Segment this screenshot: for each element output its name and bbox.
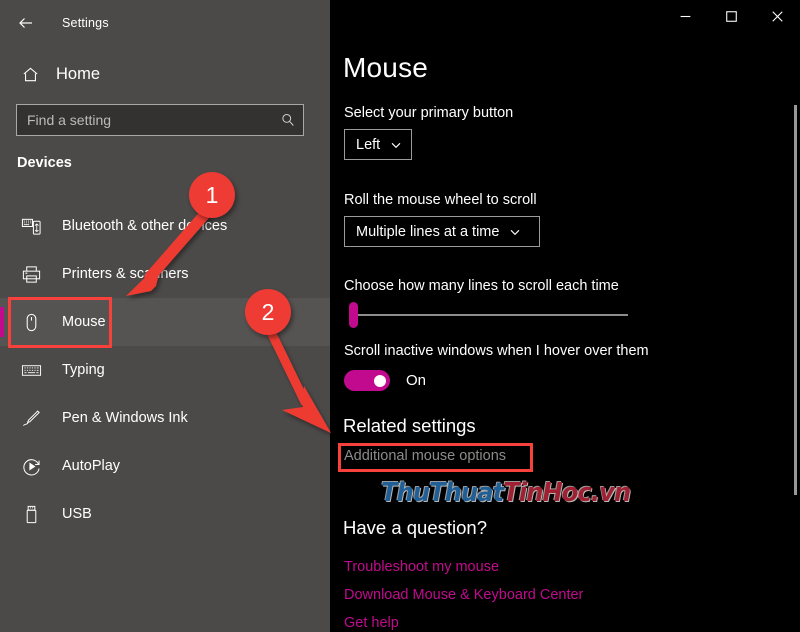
search-icon[interactable] — [273, 105, 303, 135]
close-button[interactable] — [754, 0, 800, 32]
watermark-part2: TinHoc.vn — [503, 478, 631, 508]
toggle-knob — [374, 374, 386, 387]
sidebar: Settings Home Devices — [0, 0, 330, 632]
slider-thumb[interactable] — [349, 302, 358, 328]
sidebar-item-bluetooth-other-devices[interactable]: Bluetooth & other devices — [0, 202, 330, 250]
wheel-scroll-label: Roll the mouse wheel to scroll — [344, 192, 537, 208]
sidebar-group-header: Devices — [17, 155, 72, 171]
maximize-button[interactable] — [708, 0, 754, 32]
sidebar-item-typing[interactable]: Typing — [0, 346, 330, 394]
additional-mouse-options-link[interactable]: Additional mouse options — [344, 448, 506, 464]
back-arrow-icon[interactable] — [4, 5, 48, 41]
sidebar-item-pen-windows-ink[interactable]: Pen & Windows Ink — [0, 394, 330, 442]
primary-button-select[interactable]: Left — [344, 129, 413, 160]
link-troubleshoot-my-mouse[interactable]: Troubleshoot my mouse — [344, 559, 499, 575]
pen-icon — [14, 408, 48, 429]
search-input[interactable] — [17, 105, 273, 135]
slider-track — [350, 314, 628, 316]
sidebar-item-label: Mouse — [62, 314, 106, 330]
help-heading: Have a question? — [343, 517, 487, 538]
bluetooth-devices-icon — [14, 216, 48, 237]
sidebar-item-label: Bluetooth & other devices — [62, 218, 228, 234]
lines-slider[interactable] — [344, 302, 628, 328]
main-pane: Mouse Select your primary button Left Ro… — [330, 0, 800, 632]
toggle-switch[interactable] — [344, 370, 390, 391]
watermark: ThuThuatTinHoc.vn — [381, 478, 631, 508]
chevron-down-icon — [509, 226, 521, 238]
lines-slider-label: Choose how many lines to scroll each tim… — [344, 278, 619, 294]
sidebar-item-label: Typing — [62, 362, 105, 378]
home-icon — [12, 65, 48, 84]
sidebar-item-home-label: Home — [56, 64, 101, 83]
sidebar-item-usb[interactable]: USB — [0, 490, 330, 538]
sidebar-item-label: AutoPlay — [62, 458, 121, 474]
link-get-help[interactable]: Get help — [344, 615, 399, 631]
sidebar-item-home[interactable]: Home — [0, 56, 330, 92]
printer-icon — [14, 264, 48, 285]
minimize-button[interactable] — [662, 0, 708, 32]
search-box[interactable] — [16, 104, 304, 136]
sidebar-item-autoplay[interactable]: AutoPlay — [0, 442, 330, 490]
link-download-mouse-keyboard-center[interactable]: Download Mouse & Keyboard Center — [344, 587, 583, 603]
watermark-part1: ThuThuat — [381, 478, 504, 508]
sidebar-item-label: USB — [62, 506, 92, 522]
sidebar-item-label: Pen & Windows Ink — [62, 410, 188, 426]
primary-button-value: Left — [356, 136, 381, 153]
related-settings-heading: Related settings — [343, 415, 476, 436]
keyboard-icon — [14, 360, 48, 381]
sidebar-titlebar: Settings — [0, 0, 330, 46]
toggle-state-label: On — [406, 372, 427, 389]
mouse-icon — [14, 312, 48, 333]
scroll-inactive-toggle[interactable]: On — [344, 370, 426, 391]
wheel-scroll-select[interactable]: Multiple lines at a time — [344, 216, 540, 247]
settings-window: Settings Home Devices — [0, 0, 800, 632]
autoplay-icon — [14, 456, 48, 477]
usb-icon — [14, 504, 48, 525]
chevron-down-icon — [390, 139, 402, 151]
vertical-scrollbar[interactable] — [794, 105, 797, 495]
window-controls — [662, 0, 800, 32]
scroll-inactive-label: Scroll inactive windows when I hover ove… — [344, 343, 649, 359]
page-title: Mouse — [343, 52, 429, 83]
app-title: Settings — [62, 16, 109, 30]
sidebar-nav: Bluetooth & other devices Printers & sca… — [0, 202, 330, 538]
sidebar-item-printers-scanners[interactable]: Printers & scanners — [0, 250, 330, 298]
sidebar-item-label: Printers & scanners — [62, 266, 189, 282]
primary-button-label: Select your primary button — [344, 105, 514, 121]
wheel-scroll-value: Multiple lines at a time — [356, 223, 500, 240]
sidebar-item-mouse[interactable]: Mouse — [0, 298, 330, 346]
